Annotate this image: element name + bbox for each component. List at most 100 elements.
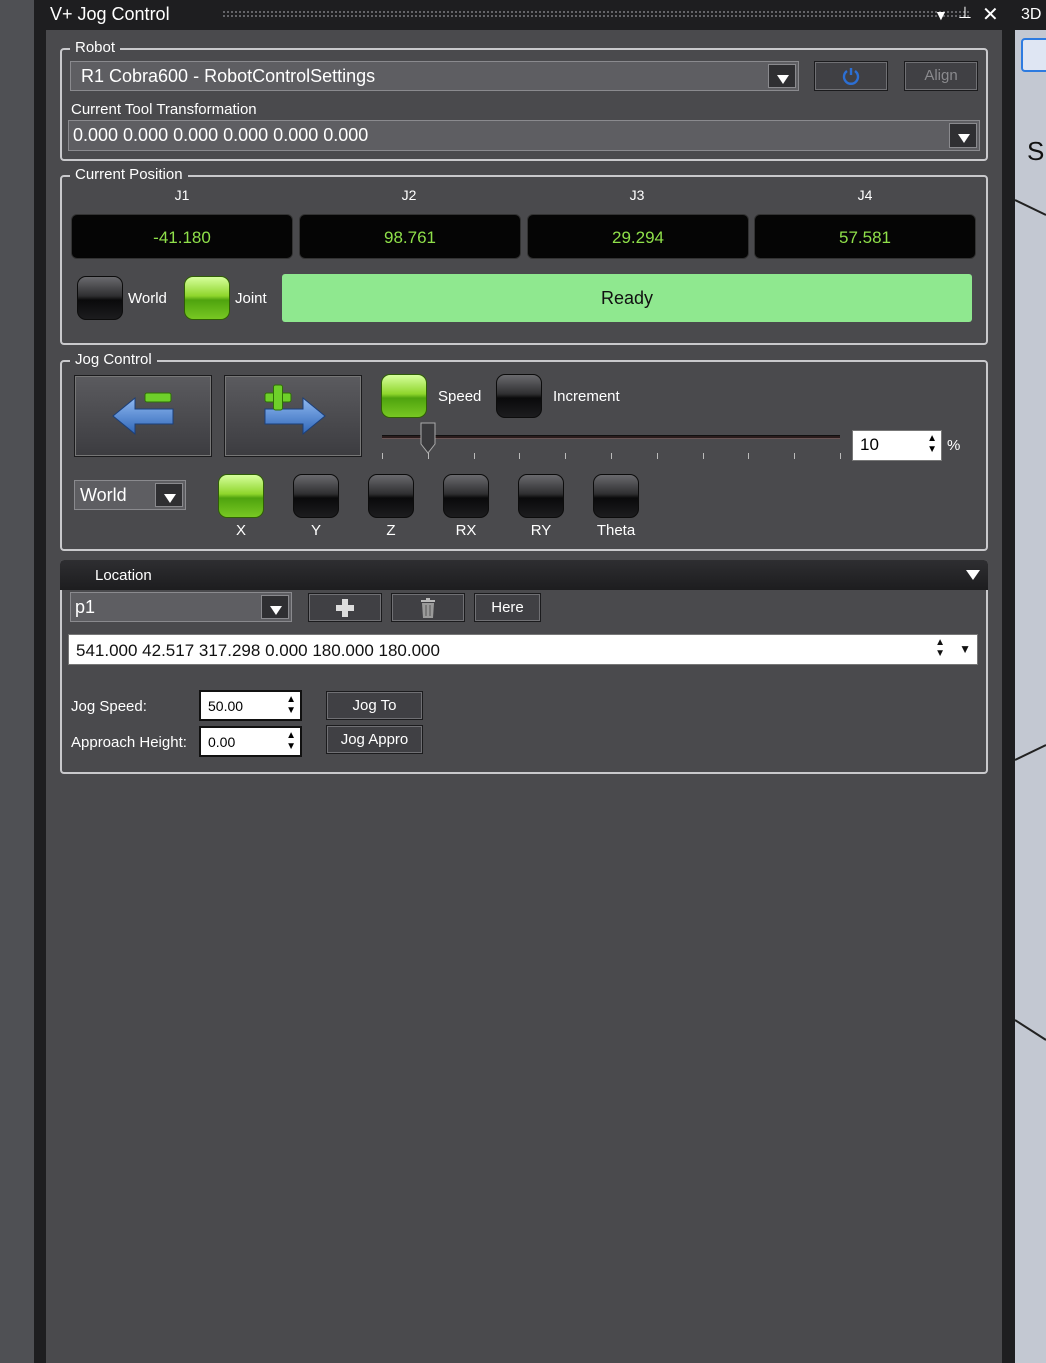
jog-minus-arrow-icon (112, 392, 174, 436)
3d-view-lines (1015, 199, 1046, 1041)
robot-legend: Robot (70, 39, 121, 56)
spinner-arrows-icon[interactable]: ▲ ▼ (935, 637, 945, 659)
speed-percent-input[interactable]: 10 ▲ ▼ (852, 430, 942, 461)
location-select[interactable]: p1 (70, 592, 292, 622)
location-value-field[interactable]: 541.000 42.517 317.298 0.000 180.000 180… (68, 634, 978, 665)
axis-label-x: X (235, 522, 246, 539)
window-titlebar: V+ Jog Control ▼ ⊥ ✕ (46, 0, 1002, 30)
axis-label-y: Y (310, 522, 321, 539)
speed-mode-label: Speed (438, 388, 482, 405)
chevron-down-icon[interactable] (949, 123, 977, 148)
location-select-value: p1 (75, 597, 96, 617)
power-button[interactable] (814, 61, 888, 91)
align-button[interactable]: Align (904, 61, 978, 91)
axis-label-ry: RY (530, 522, 552, 539)
slider-tick (794, 453, 796, 459)
speed-mode-button[interactable] (381, 374, 427, 418)
axis-button-x[interactable] (218, 474, 264, 518)
pin-icon[interactable]: ⊥ (958, 3, 972, 23)
jog-speed-input[interactable]: 50.00 ▲ ▼ (199, 690, 302, 721)
slider-tick (702, 453, 704, 459)
speed-percent-unit: % (947, 437, 961, 454)
spinner-arrows-icon[interactable]: ▲ ▼ (286, 730, 296, 752)
slider-tick (611, 453, 612, 459)
slider-tick (519, 453, 521, 459)
increment-mode-button[interactable] (496, 374, 542, 418)
slider-tick (473, 453, 475, 459)
here-button[interactable]: Here (474, 593, 541, 622)
collapse-icon[interactable] (966, 570, 980, 580)
robot-select-value: R1 Cobra600 - RobotControlSettings (81, 66, 376, 86)
axis-button-z[interactable] (368, 474, 414, 518)
speed-slider-track[interactable] (382, 435, 840, 439)
location-header-title: Location (95, 567, 152, 584)
approach-height-value: 0.00 (208, 734, 236, 750)
jog-plus-arrow-icon (264, 384, 326, 436)
delete-location-button[interactable] (391, 593, 465, 622)
neighbor-3d-view[interactable]: 3D S (1015, 0, 1046, 1363)
axis-label-theta: Theta (596, 522, 636, 539)
axis-button-ry[interactable] (518, 474, 564, 518)
slider-tick (427, 453, 429, 459)
jog-plus-button[interactable] (224, 375, 362, 457)
axis-button-theta[interactable] (593, 474, 639, 518)
status-indicator: Ready (282, 274, 972, 322)
window-title: V+ Jog Control (50, 4, 170, 24)
trash-icon (421, 598, 435, 618)
frame-select-value: World (80, 485, 127, 505)
slider-tick (656, 453, 658, 459)
jog-control-legend: Jog Control (70, 351, 157, 368)
joint-readout-j1: -41.180 (71, 214, 293, 259)
chevron-down-icon[interactable] (768, 64, 796, 88)
close-icon[interactable]: ✕ (982, 2, 999, 27)
joint-label-j4: J4 (857, 187, 873, 203)
spinner-arrows-icon[interactable]: ▲ ▼ (927, 433, 937, 455)
location-value-text: 541.000 42.517 317.298 0.000 180.000 180… (76, 641, 440, 660)
joint-mode-label: Joint (235, 290, 267, 307)
jog-to-button[interactable]: Jog To (326, 691, 423, 720)
joint-mode-button[interactable] (184, 276, 230, 320)
jog-speed-label: Jog Speed: (71, 698, 147, 715)
jog-minus-button[interactable] (74, 375, 212, 457)
tool-transformation-label: Current Tool Transformation (71, 101, 257, 118)
frame-select[interactable]: World (74, 480, 186, 510)
tool-transformation-value: 0.000 0.000 0.000 0.000 0.000 0.000 (73, 125, 369, 145)
slider-tick (565, 453, 567, 459)
power-icon (842, 68, 860, 85)
joint-label-j2: J2 (401, 187, 417, 203)
tool-transformation-select[interactable]: 0.000 0.000 0.000 0.000 0.000 0.000 (68, 120, 980, 151)
axis-button-y[interactable] (293, 474, 339, 518)
robot-select[interactable]: R1 Cobra600 - RobotControlSettings (70, 61, 799, 91)
approach-height-input[interactable]: 0.00 ▲ ▼ (199, 726, 302, 757)
chevron-down-icon[interactable] (261, 595, 289, 619)
add-location-button[interactable] (308, 593, 382, 622)
joint-readout-j4: 57.581 (754, 214, 976, 259)
slider-tick (840, 453, 841, 459)
location-expander-header[interactable]: Location (60, 560, 988, 590)
slider-tick (382, 453, 383, 459)
spinner-arrows-icon[interactable]: ▲ ▼ (286, 694, 296, 716)
background-strip (0, 0, 36, 1363)
world-mode-button[interactable] (77, 276, 123, 320)
joint-label-j1: J1 (174, 187, 190, 203)
axis-label-rx: RX (455, 522, 477, 539)
titlebar-grip[interactable] (222, 10, 970, 18)
dropdown-icon[interactable]: ▼ (934, 7, 948, 23)
axis-label-z: Z (386, 522, 396, 539)
jog-control-panel: Robot R1 Cobra600 - RobotControlSettings… (46, 30, 1002, 1363)
increment-mode-label: Increment (553, 388, 620, 405)
joint-readout-j3: 29.294 (527, 214, 749, 259)
axis-button-rx[interactable] (443, 474, 489, 518)
speed-percent-value: 10 (860, 435, 879, 454)
chevron-down-icon[interactable]: ▼ (959, 642, 971, 656)
panel-border-left (34, 0, 46, 1363)
speed-slider-thumb[interactable] (420, 422, 436, 454)
current-position-legend: Current Position (70, 166, 188, 183)
jog-appro-button[interactable]: Jog Appro (326, 725, 423, 754)
slider-tick (748, 453, 750, 459)
jog-speed-value: 50.00 (208, 698, 244, 714)
chevron-down-icon[interactable] (155, 483, 183, 507)
approach-height-label: Approach Height: (71, 734, 187, 751)
panel-border-right (1002, 0, 1015, 1363)
joint-label-j3: J3 (629, 187, 645, 203)
